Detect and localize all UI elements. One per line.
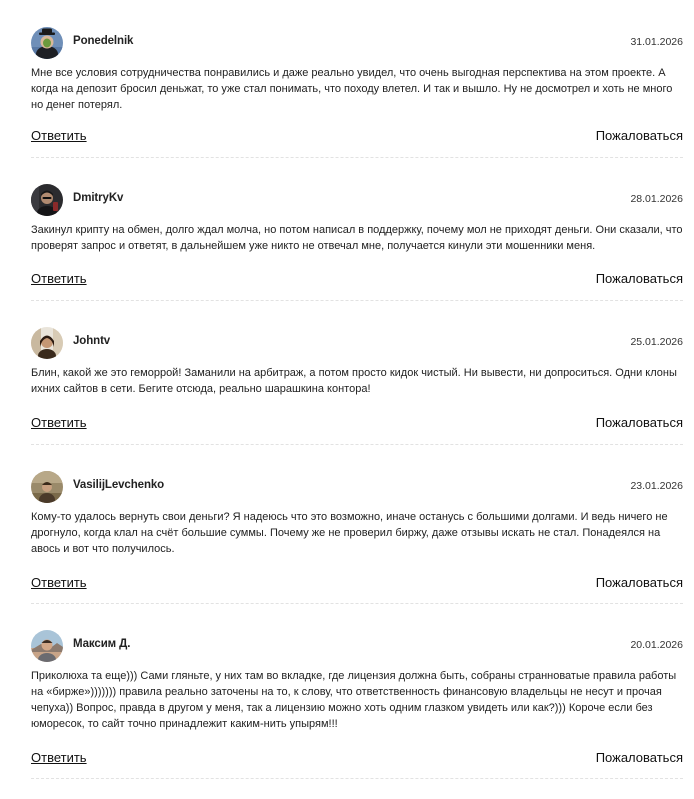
report-link[interactable]: Пожаловаться <box>596 575 683 590</box>
comment-divider <box>31 778 683 779</box>
comments-list: Ponedelnik 31.01.2026 Мне все условия со… <box>0 0 694 799</box>
comment-header: Johntv 25.01.2026 <box>31 327 683 359</box>
avatar[interactable] <box>31 630 63 662</box>
comment-author[interactable]: DmitryKv <box>73 192 123 204</box>
comment-actions: Ответить Пожаловаться <box>31 750 683 772</box>
comment-header: VasilijLevchenko 23.01.2026 <box>31 471 683 503</box>
avatar[interactable] <box>31 471 63 503</box>
report-link[interactable]: Пожаловаться <box>596 750 683 765</box>
reply-link[interactable]: Ответить <box>31 271 87 286</box>
comment-divider <box>31 603 683 604</box>
comment-author[interactable]: Ponedelnik <box>73 35 133 47</box>
comment-header: DmitryKv 28.01.2026 <box>31 184 683 216</box>
comment-date: 20.01.2026 <box>630 639 683 651</box>
comment-text: Закинул крипту на обмен, долго ждал молч… <box>31 224 683 252</box>
report-link[interactable]: Пожаловаться <box>596 415 683 430</box>
comment-author[interactable]: Максим Д. <box>73 638 130 650</box>
comment-actions: Ответить Пожаловаться <box>31 575 683 597</box>
comment-date: 28.01.2026 <box>630 193 683 205</box>
comment-actions: Ответить Пожаловаться <box>31 128 683 150</box>
comment-date: 23.01.2026 <box>630 480 683 492</box>
comment-header: Максим Д. 20.01.2026 <box>31 630 683 662</box>
comment-divider <box>31 157 683 158</box>
comment-date: 31.01.2026 <box>630 36 683 48</box>
comment-text: Мне все условия сотрудничества понравили… <box>31 67 673 111</box>
reply-link[interactable]: Ответить <box>31 128 87 143</box>
comment-text: Кому-то удалось вернуть свои деньги? Я н… <box>31 511 668 555</box>
reply-link[interactable]: Ответить <box>31 575 87 590</box>
report-link[interactable]: Пожаловаться <box>596 271 683 286</box>
comment-divider <box>31 300 683 301</box>
comment-text: Блин, какой же это геморрой! Заманили на… <box>31 367 677 395</box>
comment-actions: Ответить Пожаловаться <box>31 271 683 293</box>
avatar[interactable] <box>31 327 63 359</box>
comment-text: Приколюха та еще))) Сами гляньте, у них … <box>31 670 677 730</box>
comment-author[interactable]: Johntv <box>73 335 110 347</box>
avatar[interactable] <box>31 184 63 216</box>
reply-link[interactable]: Ответить <box>31 750 87 765</box>
comment-actions: Ответить Пожаловаться <box>31 415 683 437</box>
reply-link[interactable]: Ответить <box>31 415 87 430</box>
report-link[interactable]: Пожаловаться <box>596 128 683 143</box>
comment-author[interactable]: VasilijLevchenko <box>73 479 164 491</box>
comment-header: Ponedelnik 31.01.2026 <box>31 27 683 59</box>
avatar[interactable] <box>31 27 63 59</box>
comment-divider <box>31 444 683 445</box>
comment-date: 25.01.2026 <box>630 336 683 348</box>
